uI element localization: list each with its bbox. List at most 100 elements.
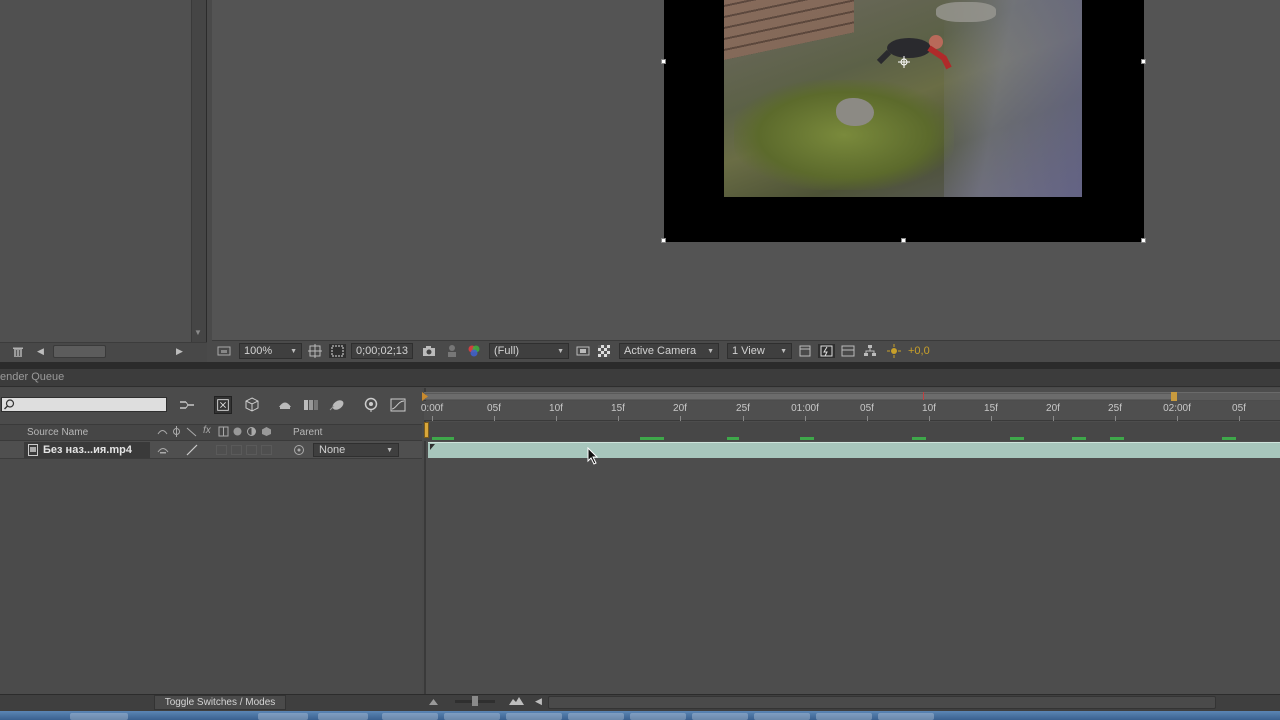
magnification-dropdown[interactable]: 100% ▼ (239, 343, 302, 359)
snapshot-camera-icon[interactable] (422, 344, 436, 358)
taskbar-button[interactable] (816, 713, 872, 720)
transform-handle[interactable] (661, 238, 666, 243)
resolution-dropdown[interactable]: (Full) ▼ (489, 343, 569, 359)
toggle-pixel-aspect-icon[interactable] (798, 344, 812, 358)
taskbar-button[interactable] (692, 713, 748, 720)
region-of-interest-icon[interactable] (576, 344, 590, 358)
footage-file-icon (28, 444, 38, 456)
taskbar-button[interactable] (382, 713, 438, 720)
flowchart-icon[interactable] (863, 344, 877, 358)
layer-3d-toggle[interactable] (261, 445, 272, 455)
timeline-horizontal-scrollbar[interactable] (548, 696, 1216, 709)
search-icon (4, 399, 15, 410)
trash-icon[interactable] (12, 346, 24, 358)
brainstorm-icon[interactable] (362, 396, 380, 414)
effects-switch-icon: fx (203, 425, 211, 436)
current-time-display[interactable]: 0;00;02;13 (351, 343, 413, 359)
chevron-down-icon: ▼ (557, 347, 564, 355)
taskbar-button[interactable] (318, 713, 368, 720)
taskbar-button[interactable] (258, 713, 308, 720)
pick-whip-icon[interactable] (293, 444, 305, 456)
timecode: 0;00;02;13 (356, 345, 408, 357)
layer-effects-toggle[interactable] (216, 445, 227, 455)
current-time-indicator[interactable] (424, 422, 429, 438)
column-source-name[interactable]: Source Name (27, 427, 88, 438)
ruler-tick-mark (743, 416, 744, 421)
video-footage-frame (724, 0, 1082, 197)
show-snapshot-icon[interactable] (445, 344, 459, 358)
exposure-value[interactable]: +0,0 (908, 343, 930, 359)
motion-blur-icon[interactable] (328, 396, 346, 414)
taskbar-button[interactable] (568, 713, 624, 720)
layer-quality-toggle-icon[interactable] (186, 444, 198, 456)
scroll-down-arrow-icon[interactable]: ▼ (194, 328, 202, 337)
reset-exposure-icon[interactable] (887, 344, 901, 358)
transform-handle[interactable] (1141, 59, 1146, 64)
transparency-grid-icon[interactable] (597, 344, 611, 358)
chevron-down-icon: ▼ (780, 347, 787, 355)
composition-mini-flowchart-icon[interactable] (178, 396, 196, 414)
timeline-icon[interactable] (841, 344, 855, 358)
scroll-left-arrow-icon[interactable]: ◀ (535, 696, 542, 707)
layer-motion-blur-toggle[interactable] (246, 445, 257, 455)
taskbar-button[interactable] (506, 713, 562, 720)
ruler-tick-label: 15f (611, 403, 625, 414)
zoom-in-mountain-icon[interactable] (509, 696, 524, 705)
scroll-left-arrow-icon[interactable]: ◀ (37, 346, 44, 357)
taskbar-button[interactable] (444, 713, 500, 720)
ruler-tick-mark (1177, 416, 1178, 421)
ruler-tick-label: 15f (984, 403, 998, 414)
tab-render-queue[interactable]: ender Queue (0, 371, 64, 383)
transform-handle[interactable] (901, 238, 906, 243)
cache-segment (800, 437, 814, 440)
taskbar-button[interactable] (754, 713, 810, 720)
frame-blending-icon[interactable] (302, 396, 320, 414)
ruler-tick-mark (556, 416, 557, 421)
cache-segment (1072, 437, 1086, 440)
camera-view-value: Active Camera (624, 345, 697, 357)
ruler-tick-label: 25f (736, 403, 750, 414)
project-item-list[interactable] (0, 0, 192, 342)
toggle-switches-modes-button[interactable]: Toggle Switches / Modes (154, 695, 286, 710)
draft-3d-icon[interactable] (243, 396, 261, 414)
view-layout-value: 1 View (732, 345, 765, 357)
layer-duration-bar[interactable] (428, 442, 1280, 458)
taskbar-button[interactable] (630, 713, 686, 720)
layer-frame-blend-toggle[interactable] (231, 445, 242, 455)
anchor-point-icon[interactable] (898, 56, 910, 68)
layer-name[interactable]: Без наз...ия.mp4 (43, 444, 132, 456)
work-area-bar[interactable] (426, 394, 1176, 399)
zoom-out-mountain-icon[interactable] (429, 698, 438, 705)
transform-handle[interactable] (661, 59, 666, 64)
mask-visibility-icon[interactable] (329, 344, 346, 358)
cache-segment (432, 437, 454, 440)
time-zoom-slider-thumb[interactable] (472, 696, 478, 706)
layer-search-input[interactable] (1, 397, 167, 412)
always-preview-icon[interactable] (217, 344, 231, 358)
camera-view-dropdown[interactable]: Active Camera ▼ (619, 343, 719, 359)
ruler-tick-mark (867, 416, 868, 421)
scroll-right-arrow-icon[interactable]: ▶ (176, 346, 183, 357)
ruler-tick-mark (805, 416, 806, 421)
column-parent[interactable]: Parent (293, 427, 322, 438)
project-horizontal-scroll-thumb[interactable] (53, 345, 106, 358)
channel-rgb-icon[interactable] (467, 344, 481, 358)
fast-previews-icon[interactable] (818, 344, 835, 358)
title-action-safe-icon[interactable] (308, 344, 322, 358)
taskbar-button[interactable] (878, 713, 934, 720)
transform-handle[interactable] (1141, 238, 1146, 243)
work-area-end-handle[interactable] (1171, 392, 1177, 401)
ruler-tick-label: 0:00f (420, 403, 444, 414)
panel-divider[interactable] (0, 362, 1280, 369)
graph-editor-icon[interactable] (389, 396, 407, 414)
view-layout-dropdown[interactable]: 1 View ▼ (727, 343, 792, 359)
project-vertical-scrollbar[interactable] (192, 0, 206, 342)
taskbar-button[interactable] (70, 713, 128, 720)
layer-shy-toggle-icon[interactable] (157, 444, 169, 456)
live-update-icon[interactable] (214, 396, 232, 414)
parent-dropdown[interactable]: None ▼ (313, 443, 399, 457)
quality-switch-icon (186, 427, 197, 437)
mouse-cursor-icon (587, 447, 599, 465)
hide-shy-layers-icon[interactable] (276, 396, 294, 414)
motion-blur-switch-icon (233, 427, 242, 436)
